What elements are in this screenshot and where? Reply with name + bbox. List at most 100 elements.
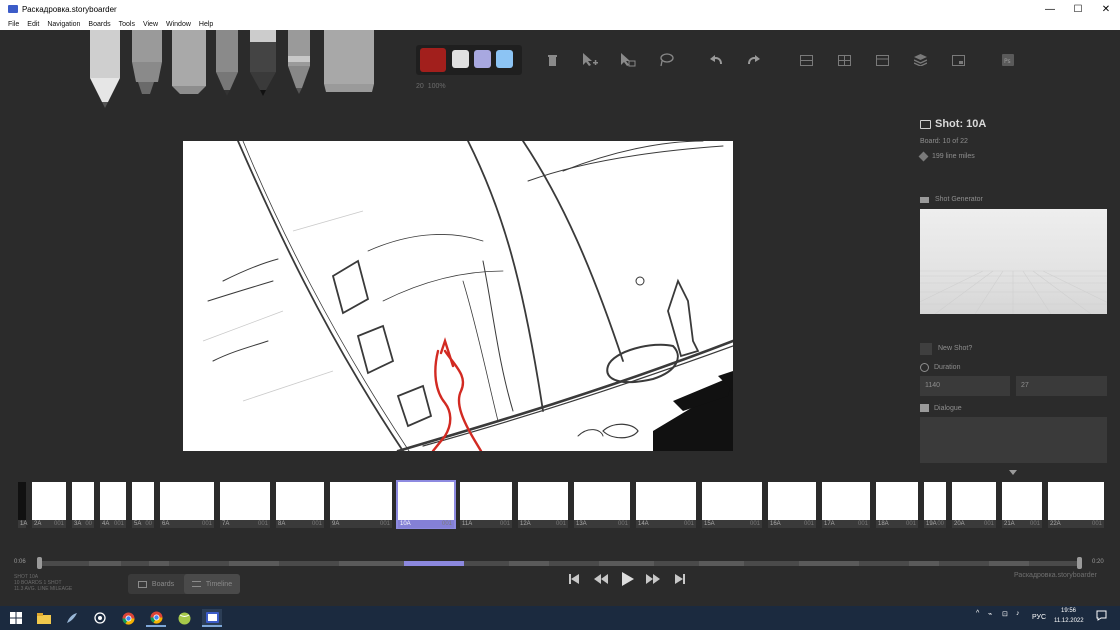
scrubber-start-handle[interactable] (37, 557, 42, 569)
shot-icon[interactable] (950, 52, 966, 68)
board-thumbnail-22a[interactable]: 22A 001 (1048, 482, 1104, 528)
board-label: 11A 001 (460, 520, 512, 528)
board-number: 16A (770, 521, 781, 527)
pen-tool[interactable] (250, 30, 276, 96)
chrome-icon[interactable] (118, 609, 138, 627)
shot-generator-preview[interactable] (920, 209, 1107, 314)
menu-view[interactable]: View (143, 21, 158, 28)
photoshop-icon[interactable]: Ps (1000, 52, 1016, 68)
palette-swatch-2[interactable] (474, 50, 491, 68)
board-thumbnail-20a[interactable]: 20A 001 (952, 482, 996, 528)
menu-file[interactable]: File (8, 21, 19, 28)
board-thumbnail-7a[interactable]: 7A 001 (220, 482, 270, 528)
board-label: 17A 001 (822, 520, 870, 528)
dialogue-input[interactable] (920, 417, 1107, 463)
storyboarder-taskbar-icon[interactable] (202, 609, 222, 627)
clock-time[interactable]: 19:56 (1061, 608, 1076, 614)
board-thumbnail-15a[interactable]: 15A 001 (702, 482, 762, 528)
board-thumbnail-16a[interactable]: 16A 001 (768, 482, 816, 528)
chrome-profile-icon[interactable] (146, 609, 166, 627)
start-button[interactable] (6, 609, 26, 627)
file-explorer-icon[interactable] (34, 609, 54, 627)
skip-back-icon[interactable] (568, 573, 580, 588)
tennis-app-icon[interactable] (174, 609, 194, 627)
menu-tools[interactable]: Tools (119, 21, 135, 28)
board-thumbnail-13a[interactable]: 13A 001 (574, 482, 630, 528)
board-thumbnail-8a[interactable]: 8A 001 (276, 482, 324, 528)
board-thumbnail-17a[interactable]: 17A 001 (822, 482, 870, 528)
minimize-button[interactable]: — (1036, 0, 1064, 18)
layout-3-icon[interactable] (874, 52, 890, 68)
board-thumbnail-21a[interactable]: 21A 001 (1002, 482, 1042, 528)
feather-app-icon[interactable] (62, 609, 82, 627)
add-point-icon[interactable] (582, 52, 598, 68)
duration-ms-field[interactable]: 1140 (920, 376, 1010, 396)
eraser-tool[interactable] (324, 30, 374, 92)
board-thumbnail-3a[interactable]: 3A 00 (72, 482, 94, 528)
board-thumbnail-11a[interactable]: 11A 001 (460, 482, 512, 528)
dialogue-icon (920, 404, 929, 412)
board-thumbnail-12a[interactable]: 12A 001 (518, 482, 568, 528)
menu-boards[interactable]: Boards (88, 21, 110, 28)
trash-icon[interactable] (544, 52, 560, 68)
dialogue-text: Dialogue (934, 404, 962, 412)
drawing-canvas[interactable] (183, 141, 733, 451)
layers-icon[interactable] (912, 52, 928, 68)
panel-resize-handle[interactable] (1009, 470, 1017, 475)
brush-opacity[interactable]: 100% (428, 83, 446, 90)
brush-tool[interactable] (288, 30, 310, 94)
usb-icon[interactable]: ⌁ (988, 610, 992, 618)
duration-frames-field[interactable]: 27 (1016, 376, 1107, 396)
layout-1-icon[interactable] (798, 52, 814, 68)
board-thumbnail-14a[interactable]: 14A 001 (636, 482, 696, 528)
board-thumbnail-6a[interactable]: 6A 001 (160, 482, 214, 528)
undo-icon[interactable] (708, 52, 724, 68)
boards-view-button[interactable]: Boards (128, 574, 184, 594)
board-thumbnail-1a[interactable]: 1A (18, 482, 27, 528)
clock-date[interactable]: 11.12.2022 (1054, 618, 1084, 624)
rewind-icon[interactable] (594, 573, 608, 588)
layout-2-icon[interactable] (836, 52, 852, 68)
play-icon[interactable] (621, 571, 635, 590)
board-thumbnail-10a[interactable]: 10A 001 (396, 480, 456, 529)
palette-swatch-1[interactable] (452, 50, 469, 68)
window-controls: — ☐ ✕ (1036, 0, 1120, 18)
board-thumbnail-18a[interactable]: 18A 001 (876, 482, 918, 528)
maximize-button[interactable]: ☐ (1064, 0, 1092, 18)
board-thumbnail-4a[interactable]: 4A 001 (100, 482, 126, 528)
board-thumbnail-2a[interactable]: 2A 001 (32, 482, 66, 528)
language-indicator[interactable]: РУС (1032, 614, 1046, 621)
board-thumbnail-5a[interactable]: 5A 00 (132, 482, 154, 528)
notifications-icon[interactable] (1096, 610, 1107, 623)
close-button[interactable]: ✕ (1092, 0, 1120, 18)
charcoal-tool[interactable] (172, 30, 206, 94)
fast-forward-icon[interactable] (646, 573, 660, 588)
active-color-swatch[interactable] (420, 48, 446, 72)
move-selection-icon[interactable] (620, 52, 636, 68)
tray-chevron-icon[interactable]: ^ (976, 610, 979, 617)
light-pencil-tool[interactable] (90, 30, 120, 108)
board-thumbnail-9a[interactable]: 9A 001 (330, 482, 392, 528)
board-shot-count: 001 (905, 521, 916, 527)
menu-help[interactable]: Help (199, 21, 213, 28)
new-shot-checkbox[interactable] (920, 343, 932, 355)
timeline-view-button[interactable]: Timeline (184, 574, 240, 594)
timeline-scrubber[interactable] (39, 561, 1079, 566)
palette-swatch-3[interactable] (496, 50, 513, 68)
scrubber-end-handle[interactable] (1077, 557, 1082, 569)
network-icon[interactable]: ⊡ (1002, 610, 1008, 618)
marker-tool[interactable] (132, 30, 162, 94)
menu-edit[interactable]: Edit (27, 21, 39, 28)
redo-icon[interactable] (746, 52, 762, 68)
time-end: 0:20 (1092, 559, 1104, 565)
volume-icon[interactable]: ♪ (1016, 610, 1020, 617)
skip-forward-icon[interactable] (674, 573, 686, 588)
brush-size[interactable]: 20 (416, 83, 424, 90)
board-thumbnail-19a[interactable]: 19A 00 (924, 482, 946, 528)
board-shot-count: 001 (257, 521, 268, 527)
menu-navigation[interactable]: Navigation (47, 21, 80, 28)
webcam-app-icon[interactable] (90, 609, 110, 627)
lasso-icon[interactable] (658, 52, 674, 68)
menu-window[interactable]: Window (166, 21, 191, 28)
pencil-tool[interactable] (216, 30, 238, 96)
